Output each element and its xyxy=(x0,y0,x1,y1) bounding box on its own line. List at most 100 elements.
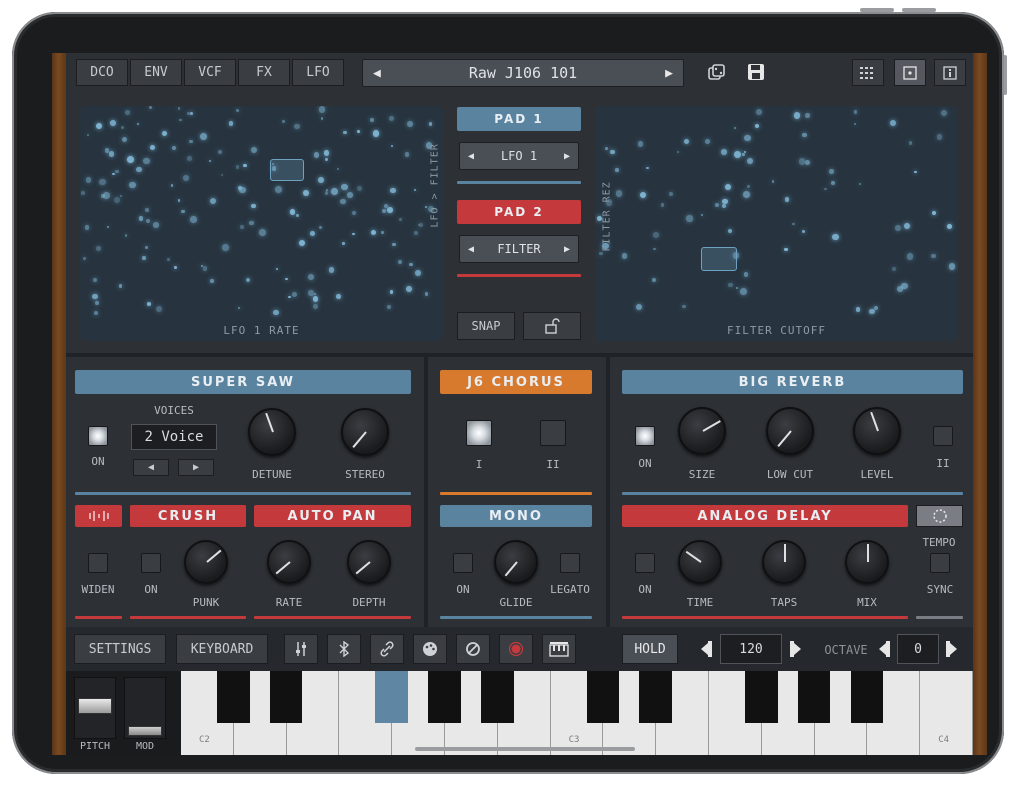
black-key[interactable] xyxy=(850,671,884,723)
delay-taps-knob[interactable] xyxy=(762,540,806,584)
palette-icon[interactable] xyxy=(413,634,447,664)
keyboard-button[interactable]: KEYBOARD xyxy=(176,634,268,664)
record-icon[interactable] xyxy=(499,634,533,664)
particle xyxy=(756,108,763,115)
hold-button[interactable]: HOLD xyxy=(622,634,678,664)
link-icon[interactable] xyxy=(370,634,404,664)
dice-icon[interactable] xyxy=(706,63,726,83)
keyboard-icon[interactable] xyxy=(542,634,576,664)
reverb-on-toggle[interactable] xyxy=(635,426,655,446)
particle xyxy=(386,207,393,214)
particle xyxy=(599,251,604,256)
tempo-down-icon[interactable] xyxy=(700,639,714,659)
tempo-up-icon[interactable] xyxy=(788,639,802,659)
auto-pan-header[interactable]: AUTO PAN xyxy=(254,505,411,527)
mono-header[interactable]: MONO xyxy=(440,505,592,527)
crush-on-toggle[interactable] xyxy=(141,553,161,573)
widen-waveform-icon[interactable] xyxy=(75,505,122,527)
panic-stop-icon[interactable] xyxy=(456,634,490,664)
delay-time-knob[interactable] xyxy=(678,540,722,584)
particle xyxy=(121,126,125,130)
grid-view-icon[interactable] xyxy=(852,59,884,86)
pad2-cursor[interactable] xyxy=(701,247,737,271)
reverb-ii-toggle[interactable] xyxy=(933,426,953,446)
black-key[interactable] xyxy=(797,671,831,723)
legato-toggle[interactable] xyxy=(560,553,580,573)
xy-pad-left[interactable]: LFO 1 RATE LFO > FILTER xyxy=(80,106,443,341)
pad1-button[interactable]: PAD 1 xyxy=(457,107,581,131)
voices-prev-button[interactable]: ◀ xyxy=(133,459,169,476)
reverb-level-knob[interactable] xyxy=(853,407,901,455)
detune-knob[interactable] xyxy=(248,408,296,456)
widen-toggle[interactable] xyxy=(88,553,108,573)
big-reverb-header[interactable]: BIG REVERB xyxy=(622,370,963,394)
preset-next-button[interactable]: ▶ xyxy=(665,66,673,81)
info-icon[interactable] xyxy=(934,59,966,86)
chorus-i-toggle[interactable] xyxy=(466,420,492,446)
preset-prev-button[interactable]: ◀ xyxy=(373,66,381,81)
pad1-next-icon[interactable]: ▶ xyxy=(564,151,570,162)
mod-wheel-thumb[interactable] xyxy=(128,726,162,736)
particle xyxy=(855,307,861,312)
octave-down-icon[interactable] xyxy=(878,639,892,659)
black-key[interactable] xyxy=(375,671,409,723)
preset-selector[interactable]: ◀ Raw J106 101 ▶ xyxy=(362,59,684,87)
octave-up-icon[interactable] xyxy=(944,639,958,659)
reverb-lowcut-knob[interactable] xyxy=(766,407,814,455)
black-key[interactable] xyxy=(428,671,461,723)
mod-wheel[interactable] xyxy=(124,677,166,739)
pad2-prev-icon[interactable]: ◀ xyxy=(468,244,474,255)
pad2-target-selector[interactable]: ◀ FILTER ▶ xyxy=(459,235,579,263)
stereo-knob[interactable] xyxy=(341,408,389,456)
tempo-label: TEMPO xyxy=(922,536,956,549)
particle xyxy=(771,180,775,183)
mono-on-toggle[interactable] xyxy=(453,553,473,573)
black-key[interactable] xyxy=(480,671,514,723)
super-saw-on-toggle[interactable] xyxy=(88,426,108,446)
delay-on-toggle[interactable] xyxy=(635,553,655,573)
crush-header[interactable]: CRUSH xyxy=(130,505,246,527)
tab-fx[interactable]: FX xyxy=(238,59,290,86)
pad1-prev-icon[interactable]: ◀ xyxy=(468,151,474,162)
delay-sync-icon[interactable] xyxy=(916,505,963,527)
delay-mix-knob[interactable] xyxy=(845,540,889,584)
glide-knob[interactable] xyxy=(494,540,538,584)
tab-dco[interactable]: DCO xyxy=(76,59,128,86)
pitch-wheel[interactable] xyxy=(74,677,116,739)
pitch-wheel-thumb[interactable] xyxy=(78,698,112,714)
snap-button[interactable]: SNAP xyxy=(457,312,515,340)
black-key[interactable] xyxy=(216,671,250,723)
save-icon[interactable] xyxy=(746,62,766,82)
pad1-target-selector[interactable]: ◀ LFO 1 ▶ xyxy=(459,142,579,170)
chorus-ii-toggle[interactable] xyxy=(540,420,566,446)
tab-env[interactable]: ENV xyxy=(130,59,182,86)
pad1-cursor[interactable] xyxy=(270,159,304,181)
black-key[interactable] xyxy=(586,671,620,723)
mixer-icon[interactable] xyxy=(284,634,318,664)
black-key[interactable] xyxy=(744,671,778,723)
pad2-next-icon[interactable]: ▶ xyxy=(564,244,570,255)
analog-delay-header[interactable]: ANALOG DELAY xyxy=(622,505,908,527)
xy-pad-right[interactable]: FILTER CUTOFF FILTER REZ xyxy=(595,106,958,341)
tab-vcf[interactable]: VCF xyxy=(184,59,236,86)
pad-view-icon[interactable] xyxy=(894,59,926,86)
super-saw-header[interactable]: SUPER SAW xyxy=(75,370,411,394)
black-key[interactable] xyxy=(639,671,673,723)
particle xyxy=(682,304,686,309)
bluetooth-icon[interactable] xyxy=(327,634,361,664)
tempo-sync-toggle[interactable] xyxy=(930,553,950,573)
autopan-depth-knob[interactable] xyxy=(347,540,391,584)
settings-button[interactable]: SETTINGS xyxy=(74,634,166,664)
particle xyxy=(235,108,239,113)
particle xyxy=(413,230,418,235)
punk-knob[interactable] xyxy=(184,540,228,584)
reverb-size-knob[interactable] xyxy=(678,407,726,455)
lock-icon[interactable] xyxy=(523,312,581,340)
piano-keyboard[interactable]: C2 C3 C4 xyxy=(181,671,973,755)
j6-chorus-header[interactable]: J6 CHORUS xyxy=(440,370,592,394)
tab-lfo[interactable]: LFO xyxy=(292,59,344,86)
voices-next-button[interactable]: ▶ xyxy=(178,459,214,476)
pad2-button[interactable]: PAD 2 xyxy=(457,200,581,224)
autopan-rate-knob[interactable] xyxy=(267,540,311,584)
black-key[interactable] xyxy=(269,671,303,723)
